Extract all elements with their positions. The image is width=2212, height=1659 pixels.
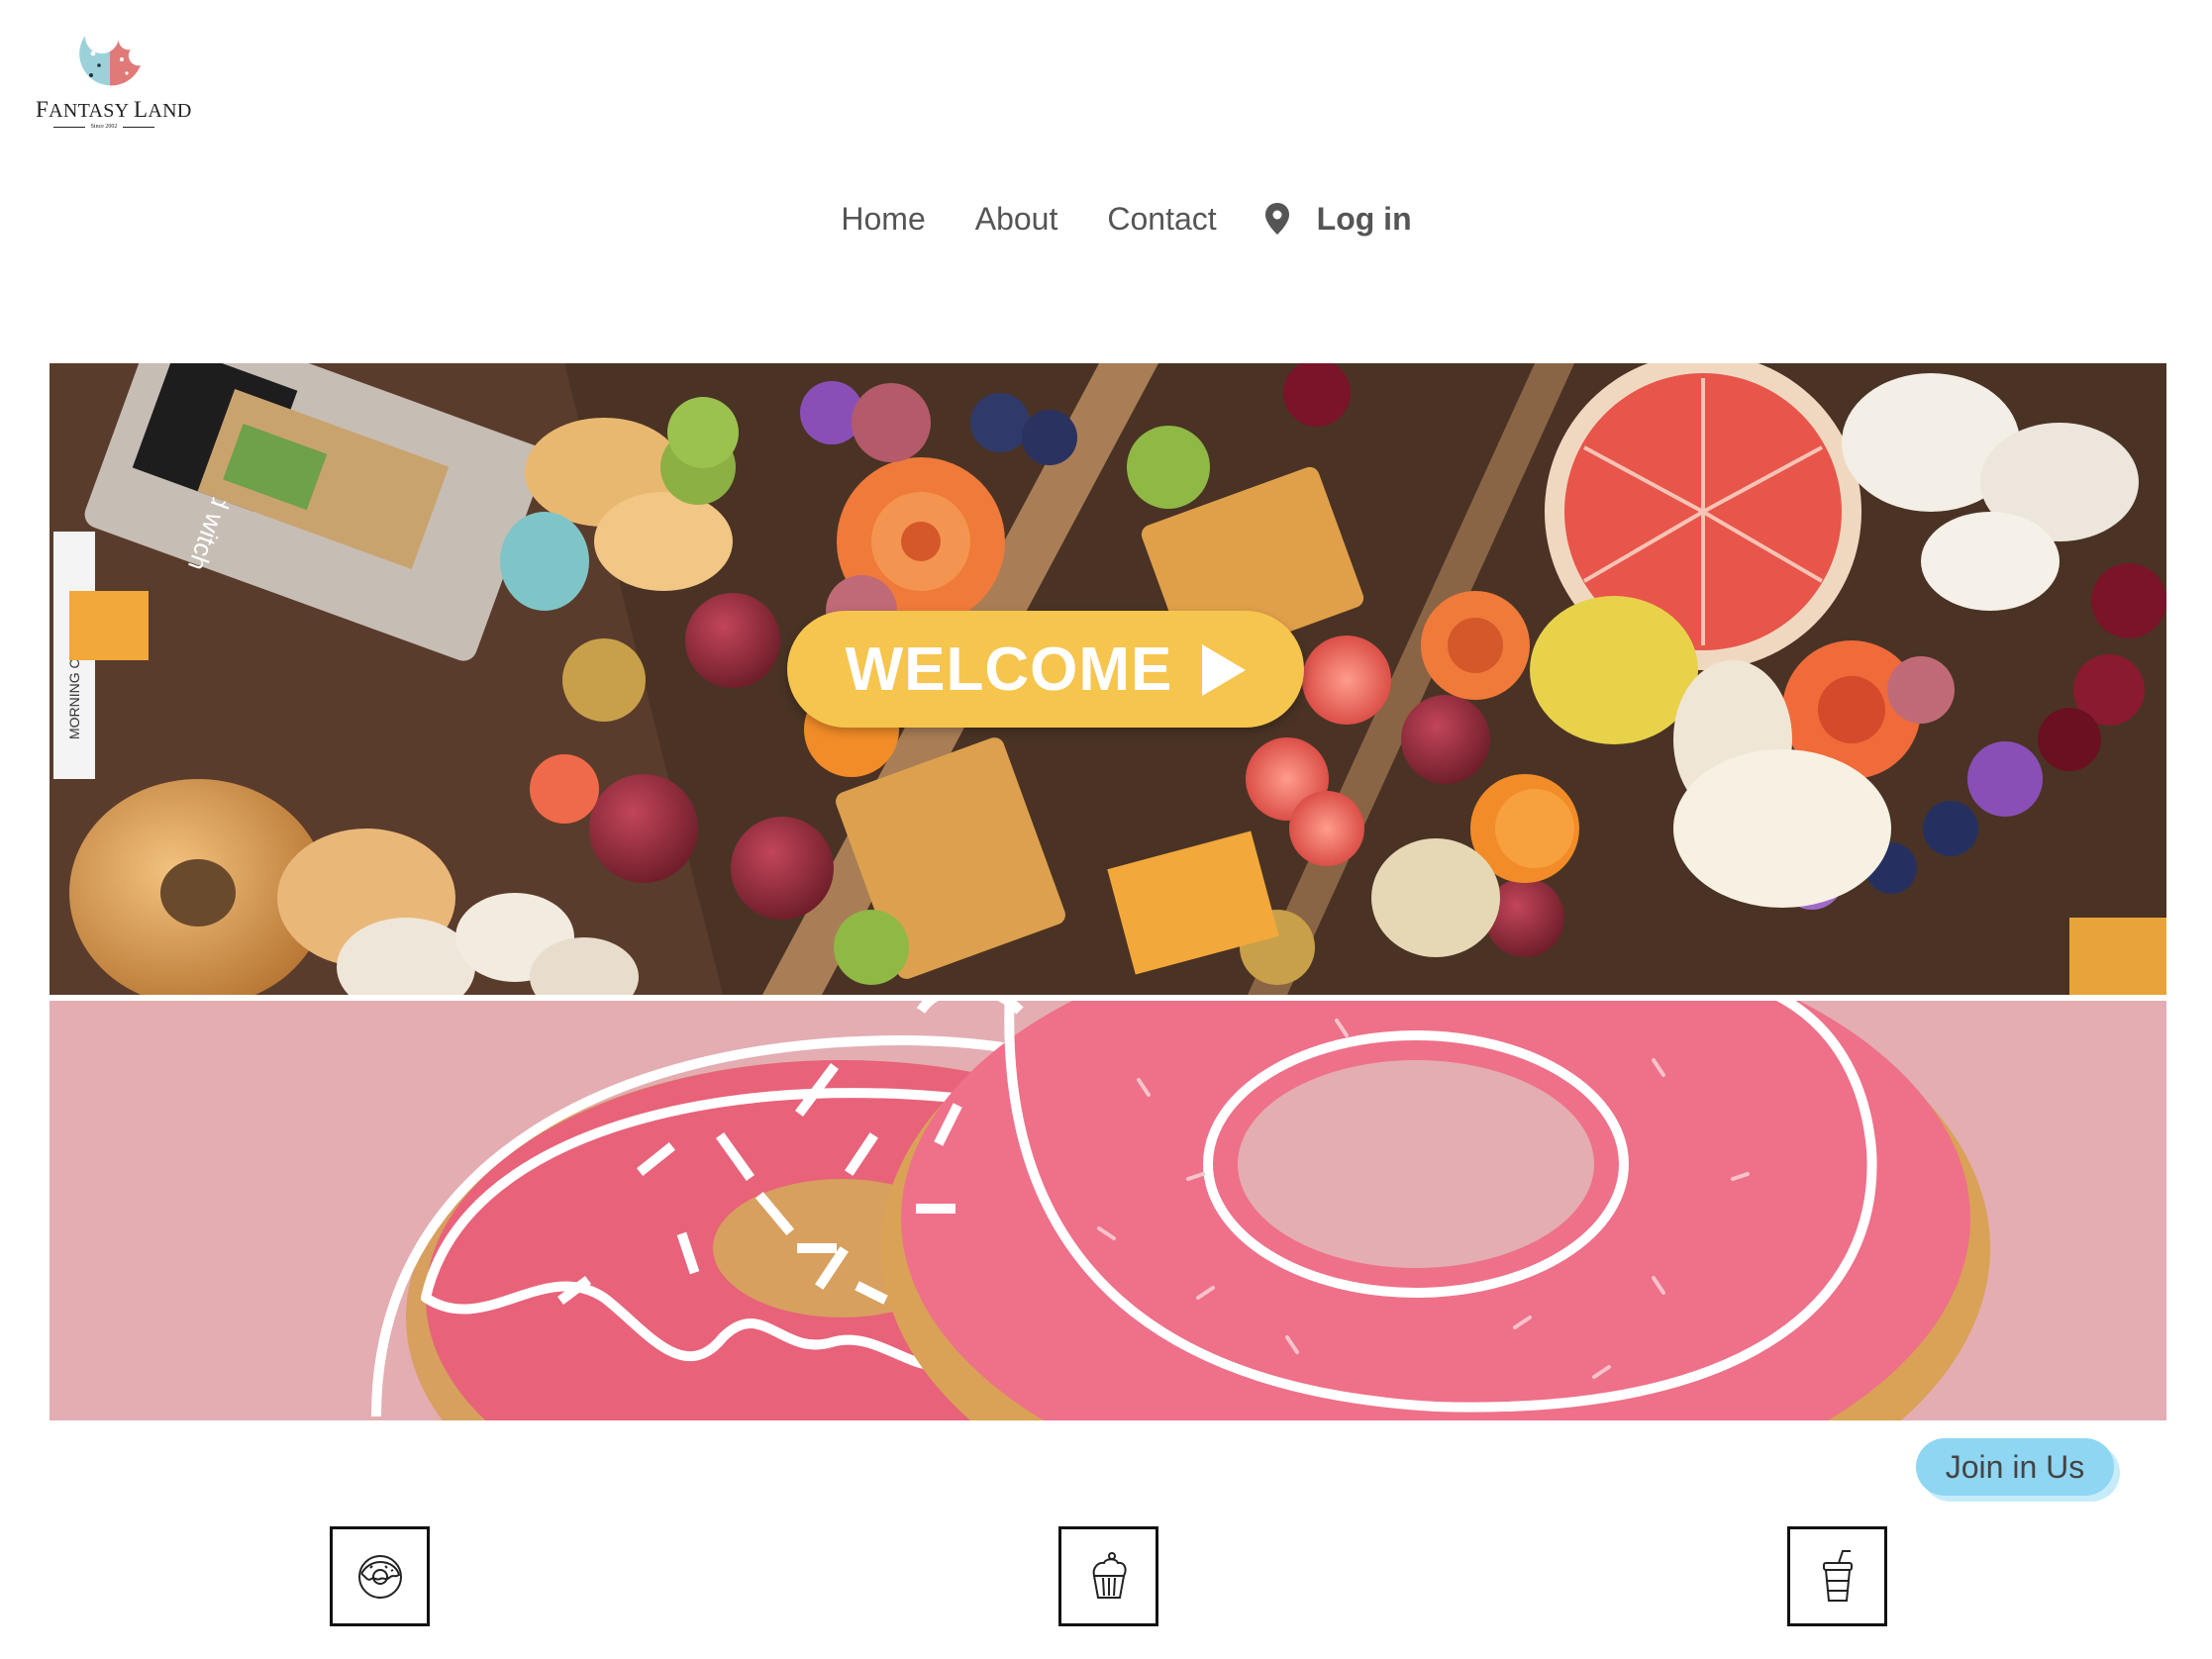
welcome-button[interactable]: WELCOME [787, 611, 1304, 728]
brand-logo[interactable]: FANTASY LAND Since 2002 [36, 30, 192, 135]
nav-about[interactable]: About [975, 201, 1058, 238]
feature-drink[interactable] [1787, 1526, 1887, 1626]
map-pin-icon[interactable] [1264, 202, 1290, 236]
welcome-label: WELCOME [845, 634, 1173, 704]
cookie-logo-icon [79, 36, 141, 86]
divider [52, 126, 85, 128]
join-button[interactable]: Join in Us [1916, 1438, 2114, 1496]
divider [123, 126, 155, 128]
feature-donut[interactable] [330, 1526, 430, 1626]
drink-cup-icon [1822, 1549, 1853, 1602]
tagline-text: Since 2002 [90, 124, 118, 130]
feature-cupcake[interactable] [1058, 1526, 1158, 1626]
brand-name: FANTASY LAND [36, 97, 192, 122]
nav-home[interactable]: Home [841, 201, 925, 238]
donut-icon [357, 1554, 402, 1599]
brand-tagline: Since 2002 [36, 121, 172, 133]
donut-image [371, 1001, 1990, 1420]
nav-contact[interactable]: Contact [1107, 201, 1216, 238]
main-nav: Home About Contact Log in [0, 194, 2212, 244]
donut-banner [50, 1001, 2166, 1420]
play-icon [1202, 644, 1247, 696]
login-link[interactable]: Log in [1317, 201, 1412, 238]
hero-banner: Sand witch MORNING CHEN WELCOME [50, 363, 2166, 995]
cupcake-icon [1092, 1551, 1127, 1599]
